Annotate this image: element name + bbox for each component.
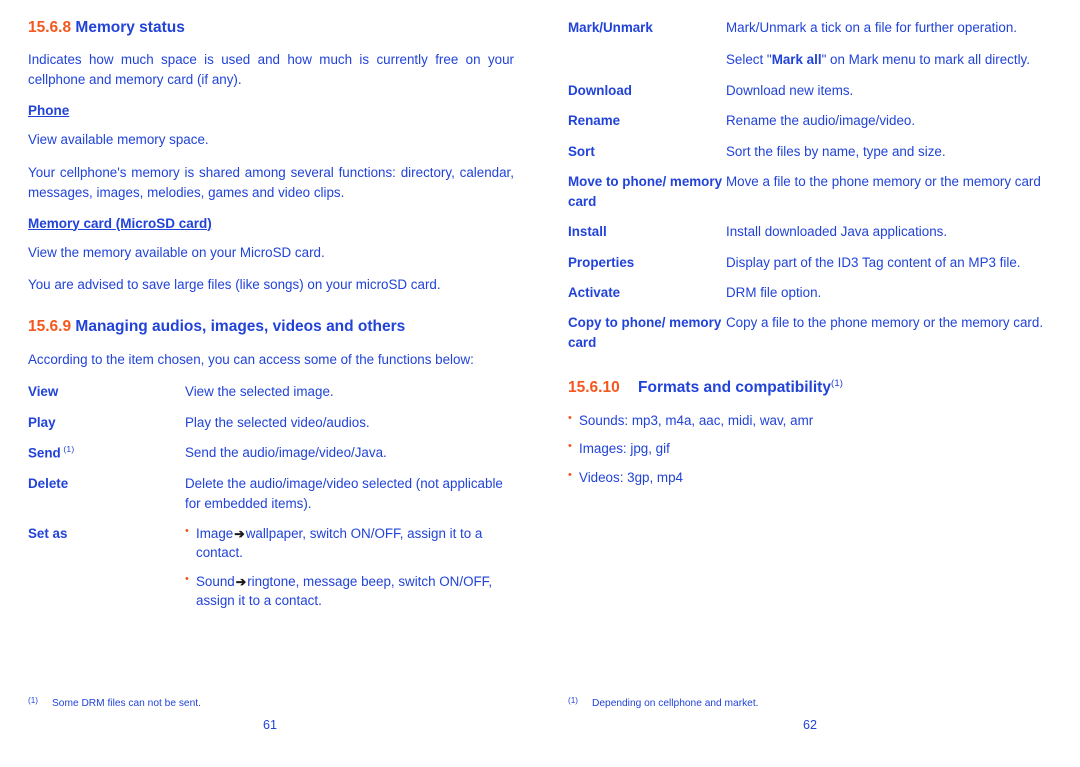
description-block: Download new items. — [726, 82, 854, 98]
memory-status-intro: Indicates how much space is used and how… — [28, 52, 514, 88]
section-title: Formats and compatibility — [638, 379, 831, 397]
function-term: Mark/Unmark — [568, 20, 653, 35]
function-term: Activate — [568, 284, 621, 300]
set-as-bullet-list: Image➔wallpaper, switch ON/OFF, assign i… — [185, 524, 514, 611]
section-heading-15-6-9: 15.6.9 Managing audios, images, videos a… — [28, 317, 514, 336]
memory-card-paragraph-2: You are advised to save large files (lik… — [28, 277, 441, 293]
section-heading-15-6-10: 15.6.10 Formats and compatibility(1) — [568, 378, 1054, 398]
function-description: Play the selected video/audios. — [185, 414, 370, 430]
page-number-left: 61 — [262, 718, 277, 732]
section-number: 15.6.10 — [568, 379, 620, 397]
section-title: Managing audios, images, videos and othe… — [75, 318, 406, 336]
emphasis-text: Mark all — [771, 52, 822, 68]
description-block: Sort the files by name, type and size. — [726, 143, 946, 159]
function-term: Download — [568, 82, 632, 98]
function-term: View — [28, 384, 59, 400]
table-row: Properties Display part of the ID3 Tag co… — [568, 253, 1054, 272]
subheading-memory-card: Memory card (MicroSD card) — [28, 215, 212, 231]
footnote-left: (1) Some DRM files can not be sent. — [28, 696, 514, 709]
table-row: Rename Rename the audio/image/video. — [568, 111, 1054, 130]
function-description: View the selected image. — [185, 384, 334, 400]
function-definition-list-right: Mark/Unmark Mark/Unmark a tick on a file … — [568, 18, 1054, 352]
function-definition-list-left: View View the selected image. Play Play the… — [28, 382, 514, 513]
function-term: Sort — [568, 143, 595, 159]
function-term: Copy to phone/ memory card — [568, 315, 722, 350]
function-description: Sort the files by name, type and size. — [726, 142, 1054, 161]
function-description: DRM file option. — [726, 283, 1054, 302]
footnote-marker: (1) — [568, 696, 579, 705]
function-description: Rename the audio/image/video. — [726, 111, 1054, 130]
set-as-term: Set as — [28, 526, 68, 542]
section-footnote-marker: (1) — [830, 378, 844, 390]
right-arrow-icon: ➔ — [235, 574, 247, 589]
function-term: Send (1) — [28, 444, 75, 461]
page-right: Mark/Unmark Mark/Unmark a tick on a file … — [540, 0, 1080, 767]
managing-intro: According to the item chosen, you can ac… — [28, 351, 474, 367]
subheading-phone: Phone — [28, 103, 70, 119]
section-heading-15-6-8: 15.6.8 Memory status — [28, 18, 514, 37]
phone-paragraph-2: Your cellphone's memory is shared among … — [28, 164, 514, 200]
bullet-subject: Sound — [196, 573, 235, 589]
function-term: Rename — [568, 113, 621, 129]
function-description: Display part of the ID3 Tag content of a… — [726, 253, 1054, 272]
footnote-marker: (1) — [60, 444, 75, 455]
function-description: Install downloaded Java applications. — [726, 222, 1054, 241]
footnote-marker: (1) — [28, 696, 39, 705]
phone-paragraph-1: View available memory space. — [28, 132, 209, 148]
table-row: Copy to phone/ memory card Copy a file to… — [568, 313, 1054, 352]
table-row: Mark/Unmark Mark/Unmark a tick on a file … — [568, 18, 1054, 70]
function-term: Play — [28, 414, 56, 430]
table-row: Install Install downloaded Java applicati… — [568, 222, 1054, 241]
description-block: Display part of the ID3 Tag content of a… — [726, 254, 1021, 270]
function-term: Delete — [28, 476, 69, 492]
description-block: Rename the audio/image/video. — [726, 113, 916, 129]
set-as-row: Set as Image➔wallpaper, switch ON/OFF, a… — [28, 524, 514, 611]
table-row: Activate DRM file option. — [568, 283, 1054, 302]
section-number: 15.6.8 — [28, 19, 72, 36]
page-number-right: 62 — [802, 718, 817, 732]
right-page-content: Mark/Unmark Mark/Unmark a tick on a file … — [568, 18, 1054, 496]
description-block: DRM file option. — [726, 284, 822, 300]
list-item: Image➔wallpaper, switch ON/OFF, assign i… — [185, 524, 514, 563]
list-item: Videos: 3gp, mp4 — [568, 468, 1054, 487]
table-row: Download Download new items. — [568, 81, 1054, 100]
footnote-text: Depending on cellphone and market. — [592, 698, 759, 709]
description-block: Move a file to the phone memory or the m… — [726, 174, 1041, 190]
function-term: Properties — [568, 254, 635, 270]
table-row: View View the selected image. — [28, 382, 514, 401]
description-block: Select "Mark all" on Mark menu to mark a… — [726, 52, 1030, 68]
page-left: 15.6.8 Memory status Indicates how much … — [0, 0, 540, 767]
footnote-right: (1) Depending on cellphone and market. — [568, 696, 1054, 709]
list-item: Sound➔ringtone, message beep, switch ON/… — [185, 572, 514, 611]
function-description: Copy a file to the phone memory or the m… — [726, 313, 1054, 332]
function-description: Mark/Unmark a tick on a file for further… — [726, 18, 1054, 70]
table-row: Sort Sort the files by name, type and siz… — [568, 142, 1054, 161]
function-term: Move to phone/ memory card — [568, 174, 723, 209]
function-description: Delete the audio/image/video selected (n… — [185, 476, 503, 511]
formats-list: Sounds: mp3, m4a, aac, midi, wav, amr Ima… — [568, 411, 1054, 487]
table-row: Play Play the selected video/audios. — [28, 413, 514, 432]
table-row: Send (1) Send the audio/image/video/Java. — [28, 443, 514, 463]
description-block: Copy a file to the phone memory or the m… — [726, 315, 1044, 331]
description-block: Mark/Unmark a tick on a file for further… — [726, 20, 1017, 35]
function-description: Download new items. — [726, 81, 1054, 100]
function-description: Move a file to the phone memory or the m… — [726, 172, 1054, 191]
section-title: Memory status — [75, 19, 185, 36]
left-page-content: 15.6.8 Memory status Indicates how much … — [28, 18, 514, 622]
description-block: Install downloaded Java applications. — [726, 224, 948, 240]
table-row: Delete Delete the audio/image/video selec… — [28, 474, 514, 513]
right-arrow-icon: ➔ — [234, 527, 245, 542]
memory-card-paragraph-1: View the memory available on your MicroS… — [28, 244, 325, 260]
list-item: Sounds: mp3, m4a, aac, midi, wav, amr — [568, 411, 1054, 430]
table-row: Move to phone/ memory card Move a file to… — [568, 172, 1054, 211]
list-item: Images: jpg, gif — [568, 439, 1054, 458]
bullet-subject: Image — [196, 526, 234, 542]
function-description: Send the audio/image/video/Java. — [185, 445, 387, 461]
section-number: 15.6.9 — [28, 318, 72, 336]
footnote-text: Some DRM files can not be sent. — [52, 698, 201, 709]
function-term: Install — [568, 224, 607, 240]
